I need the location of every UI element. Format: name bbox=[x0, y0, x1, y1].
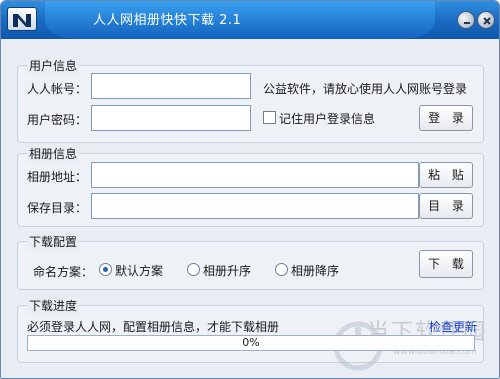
naming-scheme-label: 命名方案： bbox=[33, 265, 94, 279]
login-notice: 公益软件，请放心使用人人网账号登录 bbox=[263, 82, 468, 96]
user-info-title: 用户信息 bbox=[27, 57, 80, 74]
save-dir-label: 保存目录： bbox=[27, 201, 88, 215]
radio-album-ascending[interactable] bbox=[187, 263, 200, 276]
password-label: 用户密码： bbox=[27, 113, 88, 127]
option-ascending-label[interactable]: 相册升序 bbox=[203, 262, 251, 279]
download-progress-bar: 0% bbox=[27, 335, 475, 351]
album-info-title: 相册信息 bbox=[27, 145, 80, 162]
password-input[interactable] bbox=[91, 105, 251, 131]
app-window: 人人网相册快快下载 2.1 用户信息 人人帐号： 公益软件，请放心使用人人网账号… bbox=[0, 0, 500, 379]
window-title: 人人网相册快快下载 2.1 bbox=[93, 13, 242, 28]
browse-dir-button[interactable]: 目 录 bbox=[419, 193, 473, 219]
remember-login-checkbox[interactable] bbox=[263, 111, 276, 124]
radio-default-scheme[interactable] bbox=[99, 263, 112, 276]
progress-percent-text: 0% bbox=[242, 336, 260, 349]
save-dir-input[interactable] bbox=[91, 193, 419, 219]
download-progress-title: 下载进度 bbox=[27, 297, 80, 314]
account-label: 人人帐号： bbox=[27, 82, 88, 96]
option-default-label[interactable]: 默认方案 bbox=[115, 262, 163, 279]
remember-login-label[interactable]: 记住用户登录信息 bbox=[279, 110, 375, 127]
account-input[interactable] bbox=[91, 73, 251, 99]
status-text: 必须登录人人网，配置相册信息，才能下载相册 bbox=[27, 320, 280, 334]
check-update-link[interactable]: 检查更新 bbox=[429, 318, 477, 335]
app-logo-icon bbox=[7, 7, 37, 31]
title-bar[interactable]: 人人网相册快快下载 2.1 bbox=[1, 1, 499, 39]
download-config-title: 下载配置 bbox=[27, 233, 80, 250]
album-address-input[interactable] bbox=[91, 162, 419, 188]
download-button[interactable]: 下 载 bbox=[419, 250, 473, 278]
minimize-icon[interactable] bbox=[457, 11, 475, 29]
close-icon[interactable] bbox=[477, 11, 495, 29]
paste-button[interactable]: 粘 贴 bbox=[419, 162, 473, 188]
login-button[interactable]: 登 录 bbox=[419, 105, 473, 131]
radio-album-descending[interactable] bbox=[275, 263, 288, 276]
option-descending-label[interactable]: 相册降序 bbox=[291, 262, 339, 279]
album-address-label: 相册地址： bbox=[27, 170, 88, 184]
